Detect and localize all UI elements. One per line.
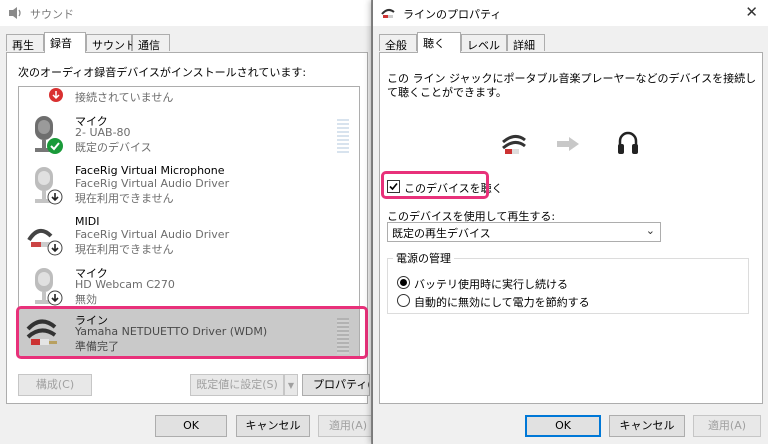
set-default-button[interactable]: 既定値に設定(S) (190, 374, 284, 396)
properties-cancel-button[interactable]: キャンセル (609, 415, 685, 437)
line-cable-icon (381, 8, 395, 18)
radio-keep-running-label[interactable]: バッテリ使用時に実行し続ける (414, 276, 568, 292)
tab-advanced[interactable]: 詳細 (507, 34, 545, 52)
headphones-icon (618, 131, 638, 154)
list-item[interactable]: MIDI FaceRig Virtual Audio Driver 現在利用でき… (19, 211, 359, 263)
tab-recording[interactable]: 録音 (44, 32, 86, 53)
radio-auto-disable[interactable] (397, 294, 410, 307)
arrow-right-icon (557, 137, 579, 151)
line-properties-title: ラインのプロパティ (403, 8, 502, 21)
sound-apply-button[interactable]: 適用(A) (318, 415, 371, 437)
line-cable-icon (27, 228, 63, 256)
speaker-icon (9, 7, 21, 19)
tab-listen[interactable]: 聴く (417, 32, 461, 53)
chevron-down-icon: ▼ (287, 381, 295, 390)
tab-communications[interactable]: 通信 (132, 34, 170, 52)
tab-general[interactable]: 全般 (379, 34, 417, 52)
sound-dialog: サウンド 再生 録音 サウンド 通信 次のオーディオ録音デバイスがインストールさ… (0, 0, 372, 444)
power-group-label: 電源の管理 (393, 250, 454, 266)
properties-button[interactable]: プロパティ(P) (302, 374, 370, 396)
chevron-down-icon: ⌄ (645, 224, 655, 237)
close-icon[interactable]: ✕ (745, 3, 758, 21)
radio-keep-running[interactable] (397, 276, 410, 289)
tab-levels[interactable]: レベル (461, 34, 507, 52)
sound-ok-button[interactable]: OK (155, 415, 227, 437)
list-item[interactable]: FaceRig Virtual Microphone FaceRig Virtu… (19, 160, 359, 212)
level-meter (337, 119, 349, 155)
recording-instruction: 次のオーディオ録音デバイスがインストールされています: (18, 66, 307, 79)
microphone-icon (35, 116, 63, 154)
line-cable-icon (502, 135, 526, 154)
microphone-icon (35, 268, 63, 306)
tab-playback[interactable]: 再生 (6, 34, 44, 52)
tab-sounds[interactable]: サウンド (86, 34, 136, 52)
listen-description: この ライン ジャックにポータブル音楽プレーヤーなどのデバイスを接続して聴くこと… (387, 72, 757, 99)
playback-device-select[interactable]: 既定の再生デバイス ⌄ (387, 222, 661, 242)
line-properties-titlebar: ラインのプロパティ ✕ (373, 0, 768, 26)
sound-cancel-button[interactable]: キャンセル (236, 415, 310, 437)
list-item[interactable]: マイク 2- UAB-80 既定のデバイス (19, 109, 359, 161)
sound-title: サウンド (30, 8, 74, 21)
device-icon (49, 88, 63, 102)
set-default-dropdown[interactable]: ▼ (284, 374, 298, 396)
properties-ok-button[interactable]: OK (525, 415, 601, 437)
properties-apply-button[interactable]: 適用(A) (693, 415, 761, 437)
listen-checkbox-highlight (381, 171, 489, 199)
radio-auto-disable-label[interactable]: 自動的に無効にして電力を節約する (414, 294, 590, 310)
list-item[interactable]: 接続されていません (19, 87, 359, 109)
sound-titlebar: サウンド (0, 0, 371, 26)
line-properties-dialog: ラインのプロパティ ✕ 全般 聴く レベル 詳細 この ライン ジャックにポータ… (372, 0, 768, 444)
microphone-icon (35, 167, 63, 205)
line-device-highlight (16, 306, 368, 359)
configure-button[interactable]: 構成(C) (18, 374, 92, 396)
